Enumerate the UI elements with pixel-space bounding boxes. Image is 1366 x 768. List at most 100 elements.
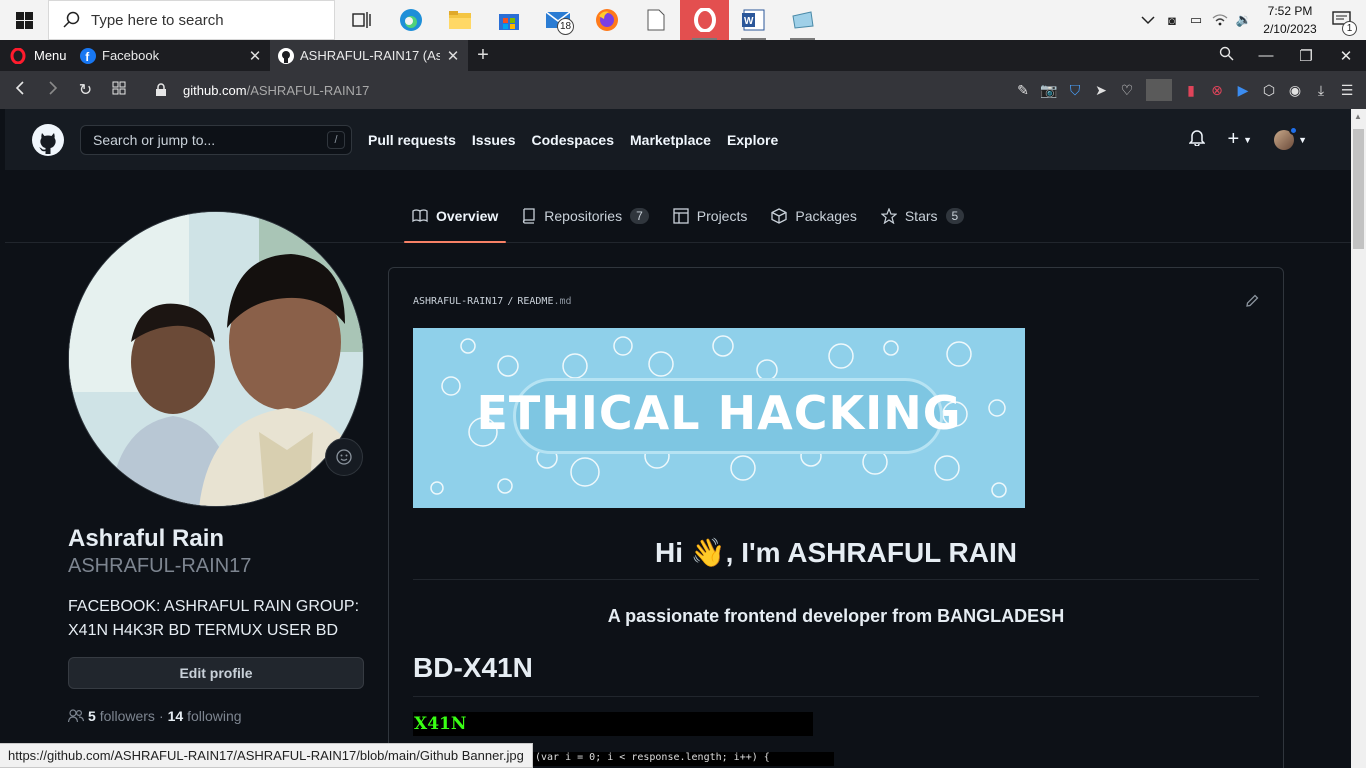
opera-logo-icon (10, 47, 26, 64)
edit-readme-pencil-icon[interactable] (1245, 294, 1259, 311)
microsoft-store-icon[interactable] (484, 0, 533, 40)
extension-play-icon[interactable]: ▶ (1230, 82, 1256, 99)
url-path: /ASHRAFUL-RAIN17 (246, 82, 370, 98)
camera-tray-icon[interactable]: ◙ (1160, 0, 1184, 40)
github-search-input[interactable]: Search or jump to... / (80, 124, 352, 155)
app-window-icon[interactable] (778, 0, 827, 40)
profile-readme: ASHRAFUL-RAIN17 / README.md ETHICAL HACK… (388, 267, 1284, 768)
following-link[interactable]: 14 following (168, 708, 242, 724)
readme-subheading: A passionate frontend developer from BAN… (607, 606, 1065, 626)
opera-menu-label: Menu (34, 48, 67, 63)
tab-packages-label: Packages (795, 208, 857, 224)
close-tab-icon[interactable]: ✕ (446, 47, 460, 65)
tab-overview[interactable]: Overview (404, 202, 507, 243)
close-tab-icon[interactable]: ✕ (248, 47, 262, 65)
nav-issues[interactable]: Issues (472, 132, 516, 148)
word-icon[interactable]: W (729, 0, 778, 40)
profile-icon[interactable]: ◉ (1282, 82, 1308, 99)
snapshot-camera-icon[interactable]: 📷 (1036, 82, 1062, 99)
opera-menu-button[interactable]: Menu (0, 47, 72, 64)
mail-icon[interactable]: 18 (533, 0, 582, 40)
forward-icon[interactable] (36, 80, 69, 100)
notepad-icon[interactable] (631, 0, 680, 40)
volume-icon[interactable]: 🔉 (1232, 0, 1256, 40)
notification-badge: 1 (1342, 21, 1357, 36)
nav-codespaces[interactable]: Codespaces (532, 132, 614, 148)
user-menu-dropdown[interactable]: ▼ (1274, 125, 1307, 150)
tab-stars[interactable]: Stars 5 (873, 202, 972, 243)
profile-avatar[interactable] (68, 211, 364, 507)
chevron-up-icon[interactable] (1136, 0, 1160, 40)
download-icon[interactable]: ⤓ (1308, 82, 1334, 99)
windows-taskbar: Type here to search 18 W ◙ ▭ 🔉 7:52 PM 2… (0, 0, 1366, 40)
opera-browser-icon[interactable] (680, 0, 729, 40)
caret-down-icon: ▼ (1298, 134, 1307, 145)
clock-time: 7:52 PM (1267, 4, 1313, 18)
heart-icon[interactable]: ♡ (1114, 82, 1140, 99)
package-icon (771, 208, 788, 224)
share-edit-icon[interactable]: ✎ (1010, 82, 1036, 99)
readme-owner-link[interactable]: ASHRAFUL-RAIN17 (413, 296, 503, 307)
readme-section-title: BD-X41N (413, 652, 1259, 697)
wifi-icon[interactable] (1208, 0, 1232, 40)
readme-file-link[interactable]: README (517, 296, 553, 307)
readme-path: ASHRAFUL-RAIN17 / README.md (413, 296, 572, 307)
taskbar-search-box[interactable]: Type here to search (48, 0, 335, 40)
easy-setup-icon[interactable]: ☰ (1334, 82, 1360, 99)
github-global-nav: Pull requests Issues Codespaces Marketpl… (368, 132, 778, 148)
create-new-dropdown[interactable]: + ▼ (1227, 128, 1252, 151)
nav-pull-requests[interactable]: Pull requests (368, 132, 456, 148)
new-tab-plus-icon[interactable]: + (468, 44, 498, 67)
url-field[interactable]: github.com/ASHRAFUL-RAIN17 (155, 83, 369, 98)
tab-github-profile[interactable]: ASHRAFUL-RAIN17 (Ashraf ✕ (270, 40, 468, 71)
extension-bookmark-icon[interactable]: ▮ (1178, 82, 1204, 99)
clock-date: 2/10/2023 (1263, 22, 1317, 36)
tab-repositories-label: Repositories (544, 208, 623, 224)
tab-search-icon[interactable] (1206, 46, 1246, 65)
github-logo-icon[interactable] (32, 123, 64, 156)
nav-explore[interactable]: Explore (727, 132, 778, 148)
caret-down-icon: ▼ (1243, 134, 1253, 145)
task-view-icon[interactable] (337, 0, 386, 40)
extension-close-icon[interactable]: ⊗ (1204, 82, 1230, 99)
browser-address-bar: ↻ github.com/ASHRAFUL-RAIN17 ✎ 📷 ⛉ ➤ ♡ ▮… (0, 71, 1366, 109)
reload-icon[interactable]: ↻ (69, 80, 102, 100)
back-icon[interactable] (3, 80, 36, 100)
followers-link[interactable]: 5 followers (88, 708, 155, 724)
nav-marketplace[interactable]: Marketplace (630, 132, 711, 148)
followers-count: 5 (88, 708, 96, 724)
send-icon[interactable]: ➤ (1088, 82, 1114, 99)
scroll-up-arrow-icon[interactable]: ▲ (1354, 112, 1362, 121)
ethical-hacking-banner-image[interactable]: ETHICAL HACKING (413, 328, 1025, 508)
set-status-emoji-button[interactable] (325, 438, 363, 476)
tab-repositories[interactable]: Repositories 7 (514, 202, 657, 243)
battery-icon[interactable]: ▭ (1184, 0, 1208, 40)
tab-overview-label: Overview (436, 208, 499, 224)
tab-facebook[interactable]: f Facebook ✕ (72, 40, 270, 71)
minimize-icon[interactable]: — (1246, 47, 1286, 64)
book-icon (412, 209, 428, 223)
github-page: Search or jump to... / Pull requests Iss… (5, 109, 1351, 768)
link-status-bar: https://github.com/ASHRAFUL-RAIN17/ASHRA… (0, 743, 533, 768)
page-scrollbar[interactable]: ▲ (1351, 109, 1366, 768)
tab-packages[interactable]: Packages (763, 202, 864, 243)
taskbar-clock[interactable]: 7:52 PM 2/10/2023 (1256, 2, 1324, 38)
edit-profile-button[interactable]: Edit profile (68, 657, 364, 689)
adblock-shield-icon[interactable]: ⛉ (1062, 82, 1088, 99)
speed-dial-grid-icon[interactable] (102, 81, 135, 100)
edge-browser-icon[interactable] (386, 0, 435, 40)
firefox-icon[interactable] (582, 0, 631, 40)
profile-full-name: Ashraful Rain (68, 525, 225, 552)
tab-projects[interactable]: Projects (665, 202, 756, 243)
notifications-bell-icon[interactable] (1188, 128, 1207, 151)
notification-center-icon[interactable]: 1 (1324, 0, 1360, 40)
followers-following: 5 followers · 14 following (68, 708, 242, 724)
file-explorer-icon[interactable] (435, 0, 484, 40)
followers-label: followers (99, 708, 155, 724)
scrollbar-thumb[interactable] (1353, 129, 1364, 249)
close-window-icon[interactable]: ✕ (1326, 47, 1366, 65)
windows-start-icon[interactable] (0, 0, 48, 40)
extensions-cube-icon[interactable]: ⬡ (1256, 82, 1282, 99)
tab-stars-label: Stars (904, 208, 938, 224)
restore-icon[interactable]: ❐ (1286, 47, 1326, 65)
